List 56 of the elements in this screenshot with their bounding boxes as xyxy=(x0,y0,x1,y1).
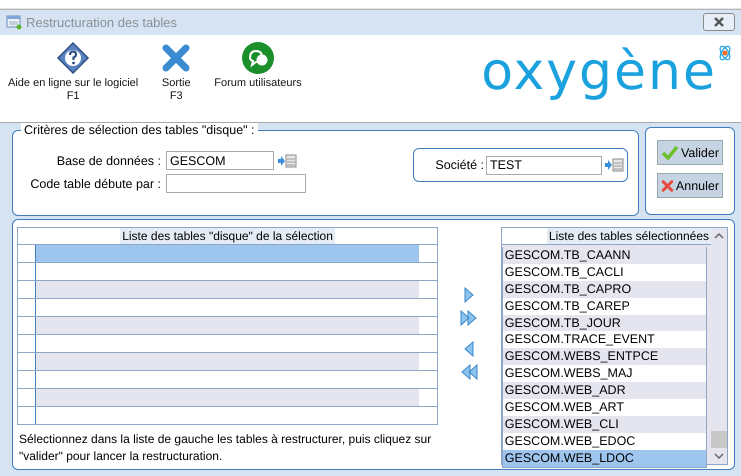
atom-icon xyxy=(717,44,733,62)
toolbar-button[interactable]: Aide en ligne sur le logiciel F1 xyxy=(8,40,138,103)
field-label: Code table débute par : xyxy=(29,176,161,190)
column-header: Liste des tables "disque" de la sélection xyxy=(120,228,335,244)
input-field[interactable]: TEST xyxy=(486,156,602,174)
close-button[interactable] xyxy=(703,13,735,32)
cross-icon xyxy=(661,178,674,194)
transfer-button[interactable] xyxy=(463,285,476,304)
list-item[interactable]: GESCOM.TB_JOUR xyxy=(502,314,706,332)
arrow-right-icon xyxy=(463,286,476,302)
checkmark-icon xyxy=(661,144,679,160)
logo-text: oxygène xyxy=(481,44,717,100)
list-item[interactable]: GESCOM.TB_CACLI xyxy=(502,264,706,281)
double-arrow-left-icon xyxy=(459,364,480,380)
list-item[interactable]: GESCOM.WEB_CLI xyxy=(502,416,706,433)
double-arrow-right-icon xyxy=(459,310,480,326)
list-picker-icon[interactable] xyxy=(604,158,624,172)
scroll-thumb[interactable] xyxy=(711,431,727,448)
list-item[interactable]: GESCOM.WEB_ART xyxy=(502,399,706,416)
input-field[interactable]: GESCOM xyxy=(166,151,274,170)
input-field[interactable] xyxy=(166,174,306,193)
list-picker-icon[interactable] xyxy=(277,154,297,168)
grid-row[interactable] xyxy=(18,389,438,407)
list-item[interactable]: GESCOM.WEBS_ENTPCE xyxy=(502,348,706,366)
list-item[interactable]: GESCOM.TB_CAPRO xyxy=(502,280,706,298)
list-item[interactable]: GESCOM.TRACE_EVENT xyxy=(502,331,706,348)
list-item[interactable]: GESCOM.TB_CAANN xyxy=(502,247,706,264)
group-title: Critères de sélection des tables "disque" : xyxy=(21,123,258,137)
column-header: Liste des tables sélectionnées xyxy=(546,228,711,244)
transfer-button[interactable] xyxy=(459,362,480,381)
toolbar-button[interactable]: Forum utilisateurs xyxy=(214,40,302,90)
transfer-button[interactable] xyxy=(463,339,476,358)
toolbar-button[interactable]: Sortie F3 xyxy=(146,40,206,103)
list-item[interactable]: GESCOM.TB_CAREP xyxy=(502,298,706,315)
field-label: Société : xyxy=(434,158,484,172)
action-button[interactable]: Annuler xyxy=(657,173,723,198)
window-title: Restructuration des tables xyxy=(26,14,178,30)
window-icon xyxy=(6,14,22,30)
grid-row[interactable] xyxy=(18,281,438,299)
instructions-text: Sélectionnez dans la liste de gauche les tables à restructurer, puis cliquez sur "valider" pour lancer la restructuration. xyxy=(19,431,432,465)
help-icon xyxy=(56,40,90,75)
scroll-up-icon[interactable] xyxy=(714,232,724,240)
chat-bubbles-icon xyxy=(240,40,275,75)
grid-row[interactable] xyxy=(18,245,438,263)
list-item[interactable]: GESCOM.WEB_LDOC xyxy=(502,450,706,467)
list-item[interactable]: GESCOM.WEB_ADR xyxy=(502,382,706,400)
transfer-button[interactable] xyxy=(459,308,480,327)
list-item[interactable]: GESCOM.WEBS_MAJ xyxy=(502,365,706,382)
scroll-down-icon[interactable] xyxy=(714,452,724,460)
list-item[interactable]: GESCOM.WEB_EDOC xyxy=(502,432,706,450)
grid-row[interactable] xyxy=(18,317,438,335)
field-label: Base de données : xyxy=(56,154,161,168)
close-icon xyxy=(712,17,726,28)
action-button[interactable]: Valider xyxy=(657,140,723,165)
arrow-left-icon xyxy=(463,340,476,356)
grid-row[interactable] xyxy=(18,353,438,371)
